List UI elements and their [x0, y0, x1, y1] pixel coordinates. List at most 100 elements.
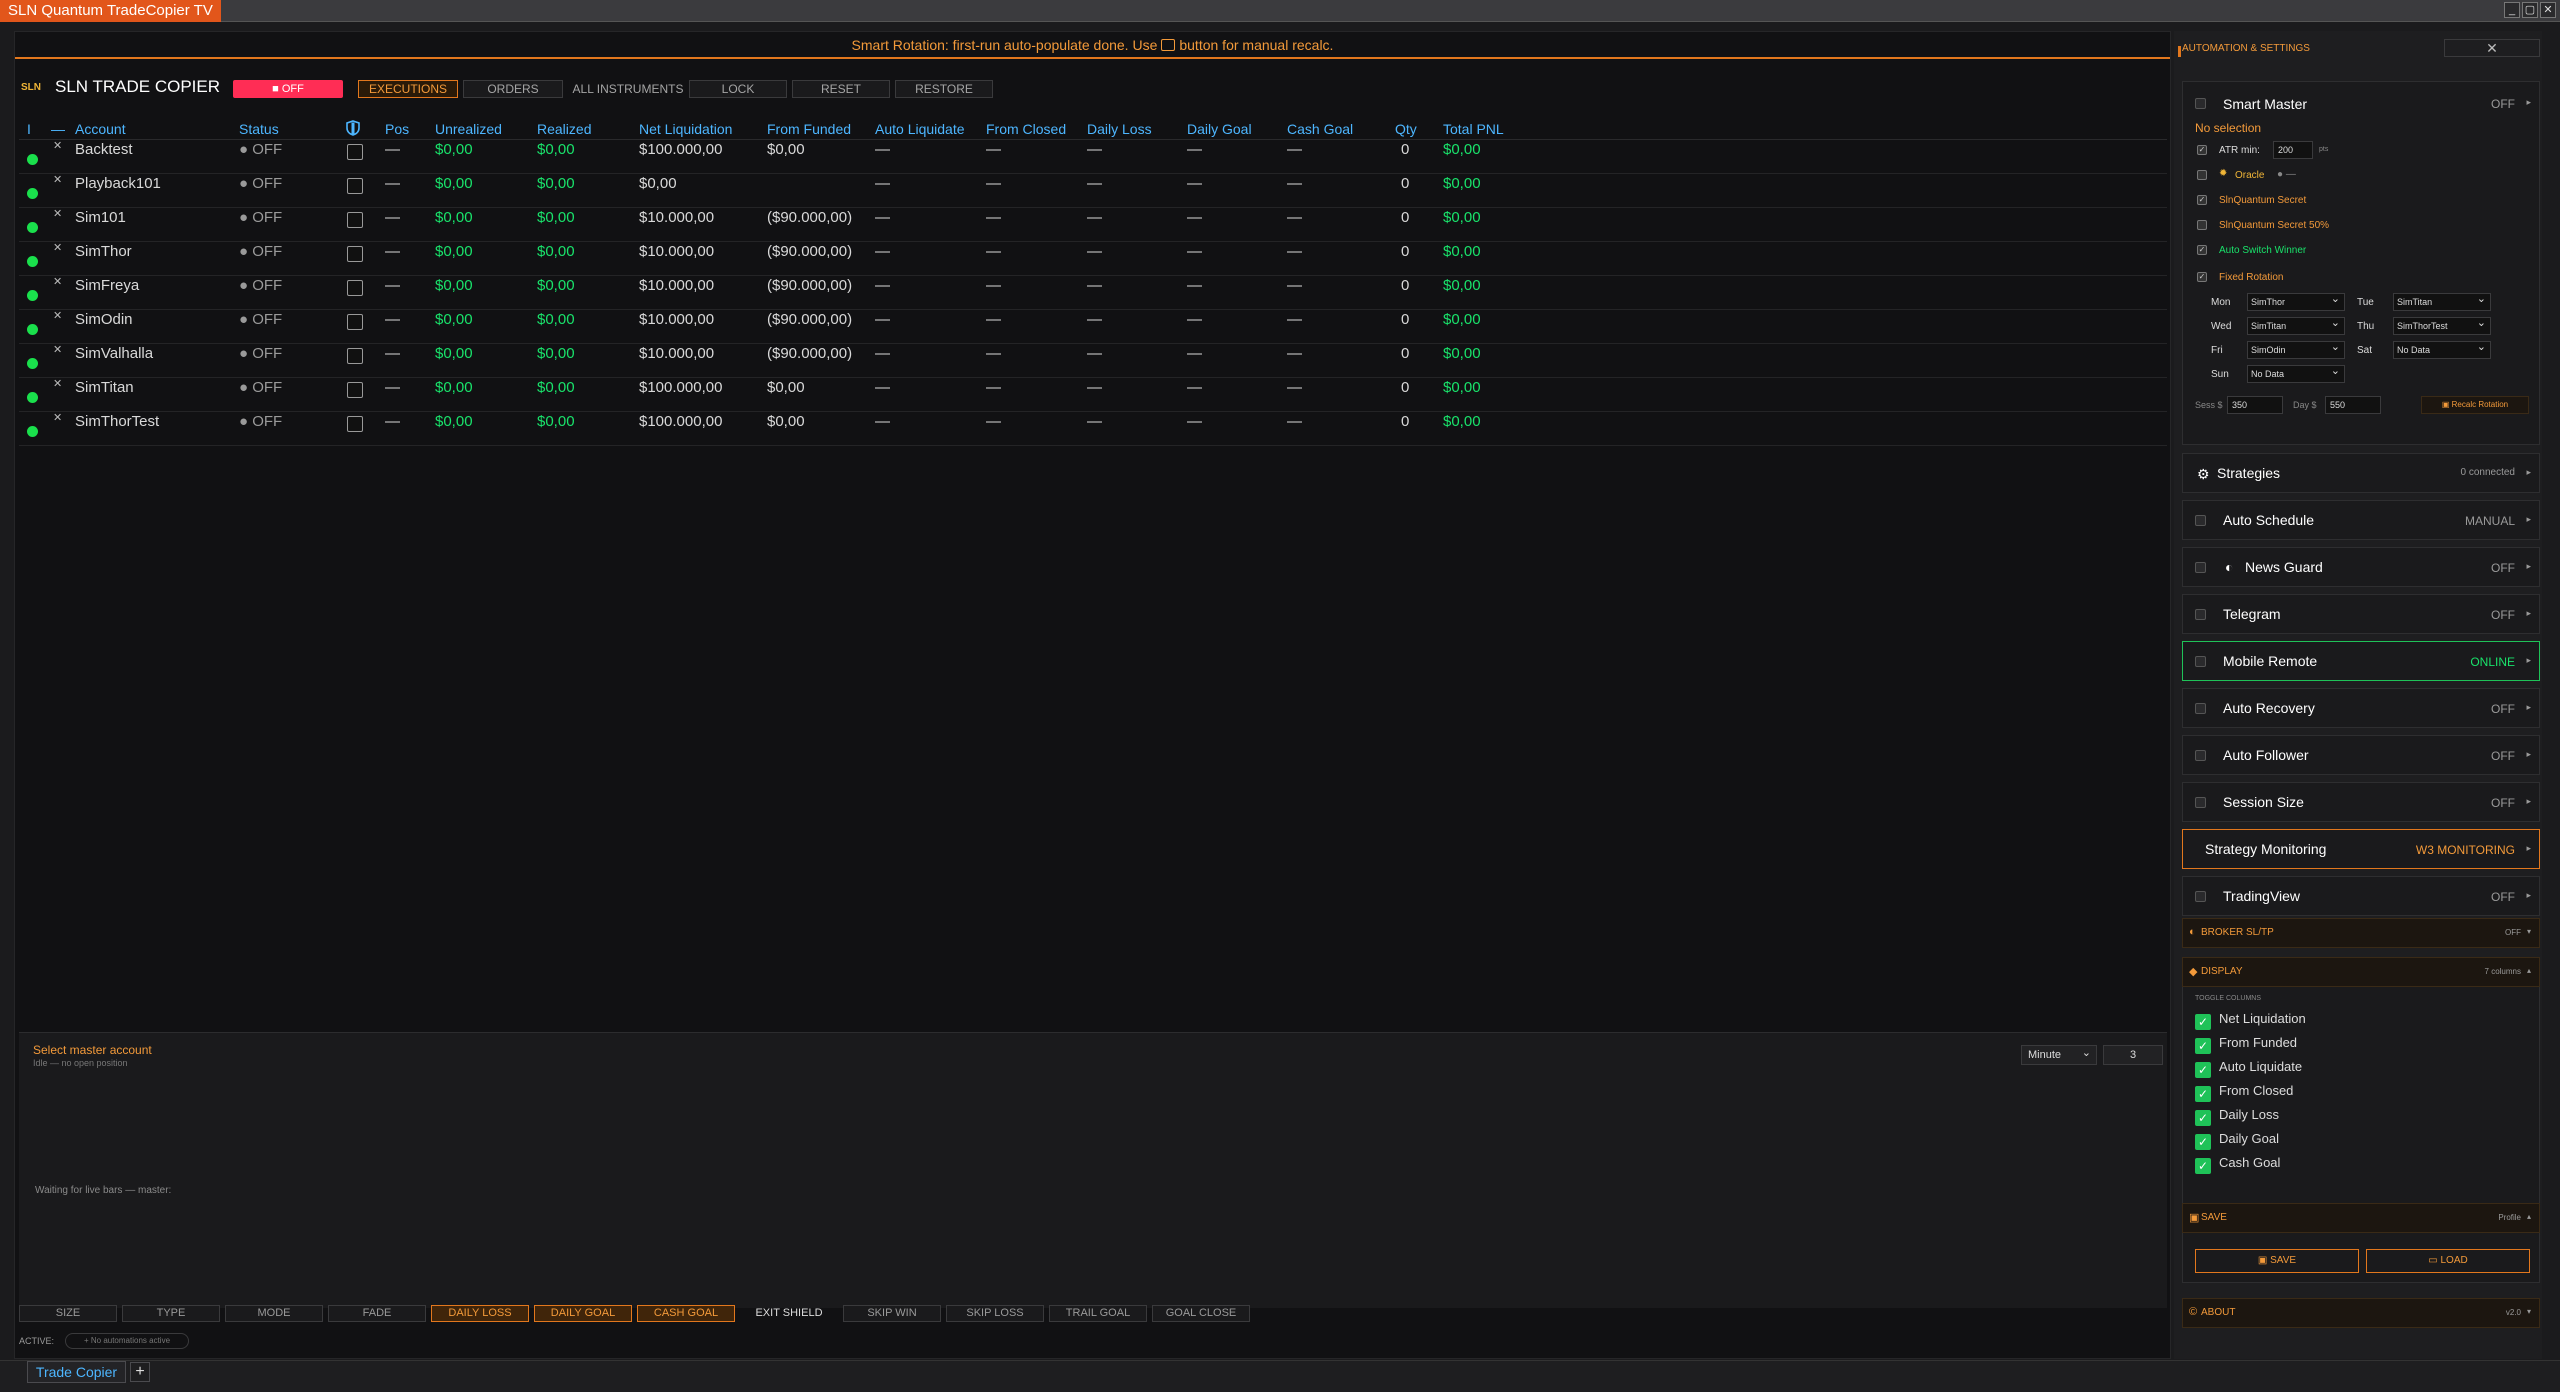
card-checkbox[interactable] [2195, 656, 2206, 667]
col-cashgoal[interactable]: Cash Goal [1287, 121, 1353, 137]
select-sat[interactable]: No Data [2393, 339, 2491, 359]
column-toggle[interactable]: ✓ Daily Goal [2195, 1131, 2279, 1150]
atr-checkbox[interactable]: ✓ [2197, 145, 2207, 155]
card-checkbox[interactable] [2195, 562, 2206, 573]
display-section[interactable]: ◆ DISPLAY 7 columns ▴ [2182, 957, 2540, 987]
sidebar-close-button[interactable]: ✕ [2444, 39, 2540, 57]
card-strategies[interactable]: ⚙ Strategies 0 connected ▸ [2182, 453, 2540, 493]
col-qty[interactable]: Qty [1395, 121, 1417, 137]
tab-orders[interactable]: ORDERS [463, 80, 563, 98]
secret-checkbox[interactable]: ✓ [2197, 195, 2207, 205]
col-i[interactable]: I [27, 121, 31, 137]
table-row[interactable]: ✕ SimOdin ● OFF — $0,00 $0,00 $10.000,00 ($90.0… [19, 310, 2167, 344]
remove-icon[interactable]: ✕ [53, 139, 62, 152]
card-news-guard[interactable]: ◐ News Guard OFF ▸ [2182, 547, 2540, 587]
mode-button[interactable]: MODE [225, 1305, 323, 1322]
add-tab-button[interactable]: + [130, 1362, 150, 1382]
col-account[interactable]: Account [75, 121, 126, 137]
col-totalpnl[interactable]: Total PNL [1443, 121, 1504, 137]
col-dailyloss[interactable]: Daily Loss [1087, 121, 1152, 137]
col-fromclosed[interactable]: From Closed [986, 121, 1066, 137]
select-thu[interactable]: SimThorTest [2393, 315, 2491, 335]
exit-shield-button[interactable]: EXIT SHIELD [740, 1305, 838, 1322]
remove-icon[interactable]: ✕ [53, 377, 62, 390]
secret50-checkbox[interactable] [2197, 220, 2207, 230]
timeframe-select[interactable]: Minute ⌄ [2021, 1045, 2097, 1065]
card-session-size[interactable]: Session Size OFF ▸ [2182, 782, 2540, 822]
remove-icon[interactable]: ✕ [53, 411, 62, 424]
col-fromfunded[interactable]: From Funded [767, 121, 851, 137]
reset-button[interactable]: RESET [792, 80, 890, 98]
tab-trade-copier[interactable]: Trade Copier [27, 1361, 126, 1383]
goal-close-button[interactable]: GOAL CLOSE [1152, 1305, 1250, 1322]
card-checkbox[interactable] [2195, 609, 2206, 620]
lock-button[interactable]: LOCK [689, 80, 787, 98]
save-button[interactable]: ▣ SAVE [2195, 1249, 2359, 1273]
select-mon[interactable]: SimThor [2247, 291, 2345, 311]
remove-icon[interactable]: ✕ [53, 207, 62, 220]
autoswitch-checkbox[interactable]: ✓ [2197, 245, 2207, 255]
remove-icon[interactable]: ✕ [53, 241, 62, 254]
daily-loss-button[interactable]: DAILY LOSS [431, 1305, 529, 1322]
smart-master-checkbox[interactable] [2195, 98, 2206, 109]
table-row[interactable]: ✕ SimThor ● OFF — $0,00 $0,00 $10.000,00 ($90.0… [19, 242, 2167, 276]
remove-icon[interactable]: ✕ [53, 275, 62, 288]
restore-button[interactable]: RESTORE [895, 80, 993, 98]
broker-section[interactable]: ◐ BROKER SL/TP OFF ▾ [2182, 918, 2540, 948]
minimize-button[interactable]: _ [2504, 2, 2520, 18]
atr-input[interactable]: 200 [2273, 141, 2313, 159]
card-checkbox[interactable] [2195, 703, 2206, 714]
card-auto-follower[interactable]: Auto Follower OFF ▸ [2182, 735, 2540, 775]
table-row[interactable]: ✕ SimTitan ● OFF — $0,00 $0,00 $100.000,00 $0,0… [19, 378, 2167, 412]
type-button[interactable]: TYPE [122, 1305, 220, 1322]
card-mobile-remote[interactable]: Mobile Remote ONLINE ▸ [2182, 641, 2540, 681]
select-sun[interactable]: No Data [2247, 363, 2345, 383]
period-input[interactable]: 3 [2103, 1045, 2163, 1065]
table-row[interactable]: ✕ Playback101 ● OFF — $0,00 $0,00 $0,00 — — — — — 0 $… [19, 174, 2167, 208]
column-toggle[interactable]: ✓ Daily Loss [2195, 1107, 2279, 1126]
select-tue[interactable]: SimTitan [2393, 291, 2491, 311]
column-toggle[interactable]: ✓ Auto Liquidate [2195, 1059, 2302, 1078]
col-realized[interactable]: Realized [537, 121, 591, 137]
instruments-filter[interactable]: ALL INSTRUMENTS [568, 80, 688, 98]
daily-goal-button[interactable]: DAILY GOAL [534, 1305, 632, 1322]
size-button[interactable]: SIZE [19, 1305, 117, 1322]
card-strategy-monitoring[interactable]: Strategy Monitoring W3 MONITORING ▸ [2182, 829, 2540, 869]
col-collapse[interactable]: — [51, 121, 65, 137]
table-row[interactable]: ✕ Sim101 ● OFF — $0,00 $0,00 $10.000,00 ($90.00… [19, 208, 2167, 242]
oracle-checkbox[interactable] [2197, 170, 2207, 180]
col-pos[interactable]: Pos [385, 121, 409, 137]
card-checkbox[interactable] [2195, 891, 2206, 902]
card-checkbox[interactable] [2195, 750, 2206, 761]
sess-input[interactable]: 350 [2227, 396, 2283, 414]
column-toggle[interactable]: ✓ Cash Goal [2195, 1155, 2280, 1174]
power-toggle[interactable]: ■ OFF [233, 80, 343, 98]
card-auto-recovery[interactable]: Auto Recovery OFF ▸ [2182, 688, 2540, 728]
col-dailygoal[interactable]: Daily Goal [1187, 121, 1252, 137]
table-row[interactable]: ✕ SimValhalla ● OFF — $0,00 $0,00 $10.000,00 ($… [19, 344, 2167, 378]
skip-loss-button[interactable]: SKIP LOSS [946, 1305, 1044, 1322]
tab-executions[interactable]: EXECUTIONS [358, 80, 458, 98]
close-button[interactable]: ✕ [2540, 2, 2556, 18]
expand-arrow-icon[interactable]: ▸ [2526, 97, 2531, 108]
cash-goal-button[interactable]: CASH GOAL [637, 1305, 735, 1322]
col-netliq[interactable]: Net Liquidation [639, 121, 732, 137]
master-title[interactable]: Select master account [33, 1043, 152, 1057]
fixed-rotation-checkbox[interactable]: ✓ [2197, 272, 2207, 282]
about-section[interactable]: © ABOUT v2.0 ▾ [2182, 1298, 2540, 1328]
save-section[interactable]: ▣ SAVE Profile ▴ [2182, 1203, 2540, 1233]
column-toggle[interactable]: ✓ Net Liquidation [2195, 1011, 2306, 1030]
col-status[interactable]: Status [239, 121, 279, 137]
remove-icon[interactable]: ✕ [53, 343, 62, 356]
table-row[interactable]: ✕ SimFreya ● OFF — $0,00 $0,00 $10.000,00 ($90.… [19, 276, 2167, 310]
maximize-button[interactable]: ▢ [2522, 2, 2538, 18]
skip-win-button[interactable]: SKIP WIN [843, 1305, 941, 1322]
card-checkbox[interactable] [2195, 515, 2206, 526]
recalc-rotation-button[interactable]: ▣ Recalc Rotation [2421, 396, 2529, 414]
smart-master-title[interactable]: Smart Master [2223, 96, 2307, 112]
day-limit-input[interactable]: 550 [2325, 396, 2381, 414]
card-tradingview[interactable]: TradingView OFF ▸ [2182, 876, 2540, 916]
remove-icon[interactable]: ✕ [53, 173, 62, 186]
col-autoliq[interactable]: Auto Liquidate [875, 121, 965, 137]
load-button[interactable]: ▭ LOAD [2366, 1249, 2530, 1273]
